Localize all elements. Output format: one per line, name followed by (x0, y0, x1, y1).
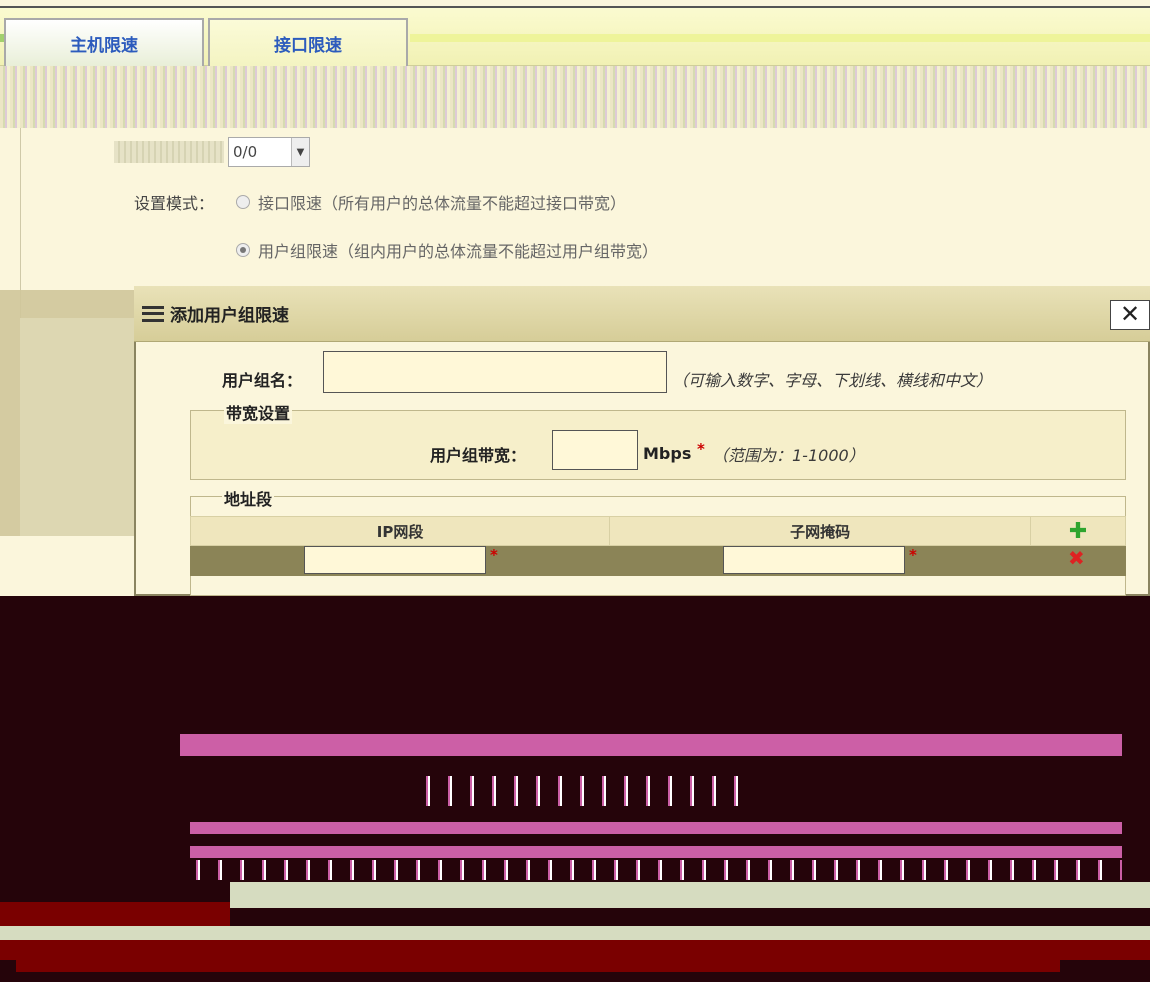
overlay-left-inner (20, 318, 134, 536)
glitch-bar (16, 942, 1060, 972)
glitch-bar (180, 734, 1122, 756)
tab-interface-rate-limit[interactable]: 接口限速 (208, 18, 408, 66)
chevron-down-icon[interactable]: ▼ (291, 138, 309, 166)
delete-row-icon[interactable]: ✖ (1068, 546, 1085, 570)
ip-segment-header: IP网段 (191, 517, 611, 545)
tab-interface-rate-limit-label: 接口限速 (274, 35, 342, 56)
port-select[interactable]: 0/0 ▼ (228, 137, 310, 167)
tab-host-rate-limit-label: 主机限速 (70, 35, 138, 56)
bandwidth-legend: 带宽设置 (224, 400, 293, 424)
glitch-bar (0, 926, 1150, 940)
group-name-input[interactable] (323, 351, 667, 393)
bandwidth-required-mark: * (697, 440, 705, 458)
menu-icon (142, 305, 164, 322)
dialog-header: 添加用户组限速 ✕ (134, 286, 1150, 342)
ip-segment-required-mark: * (490, 546, 498, 564)
mode-option-interface[interactable]: 接口限速（所有用户的总体流量不能超过接口带宽） (236, 190, 626, 214)
bandwidth-hint: （范围为：1-1000） (712, 446, 865, 465)
subnet-mask-header: 子网掩码 (610, 517, 1032, 545)
mode-radio-interface[interactable] (236, 195, 250, 209)
bandwidth-label: 用户组带宽： (430, 446, 527, 465)
port-row: 0/0 ▼ (114, 134, 310, 170)
glitch-bar (420, 776, 750, 806)
group-name-hint: （可输入数字、字母、下划线、横线和中文） (672, 371, 993, 390)
mode-option-group[interactable]: 用户组限速（组内用户的总体流量不能超过用户组带宽） (236, 238, 658, 262)
breadcrumb-bar (0, 66, 1150, 128)
glitch-bar (190, 860, 1122, 880)
subnet-mask-required-mark: * (909, 546, 917, 564)
bandwidth-unit: Mbps (643, 444, 692, 463)
tab-bar-stripe-right (410, 34, 1150, 42)
port-label (114, 141, 224, 163)
group-name-label: 用户组名： (222, 371, 303, 390)
glitch-bar (190, 846, 1122, 858)
tab-bar: 主机限速 接口限速 (0, 6, 1150, 66)
ip-segment-input[interactable] (304, 546, 486, 574)
corrupted-region (0, 596, 1150, 982)
mode-label: 设置模式： (134, 194, 215, 213)
glitch-bar (230, 882, 1150, 908)
dialog-title: 添加用户组限速 (170, 306, 289, 326)
glitch-bar (190, 822, 1122, 834)
mode-option-interface-label: 接口限速（所有用户的总体流量不能超过接口带宽） (258, 194, 627, 213)
mode-option-group-label: 用户组限速（组内用户的总体流量不能超过用户组带宽） (258, 242, 659, 261)
tab-host-rate-limit[interactable]: 主机限速 (4, 18, 204, 66)
address-table-header: IP网段 子网掩码 ✚ (190, 516, 1126, 546)
address-legend: 地址段 (222, 486, 275, 510)
bandwidth-input[interactable] (552, 430, 638, 470)
add-icon[interactable]: ✚ (1069, 519, 1087, 544)
port-select-value: 0/0 (233, 143, 258, 161)
add-row-cell: ✚ (1031, 517, 1125, 545)
glitch-bar (0, 902, 230, 926)
close-button[interactable]: ✕ (1110, 300, 1150, 330)
subnet-mask-input[interactable] (723, 546, 905, 574)
mode-radio-group[interactable] (236, 243, 250, 257)
